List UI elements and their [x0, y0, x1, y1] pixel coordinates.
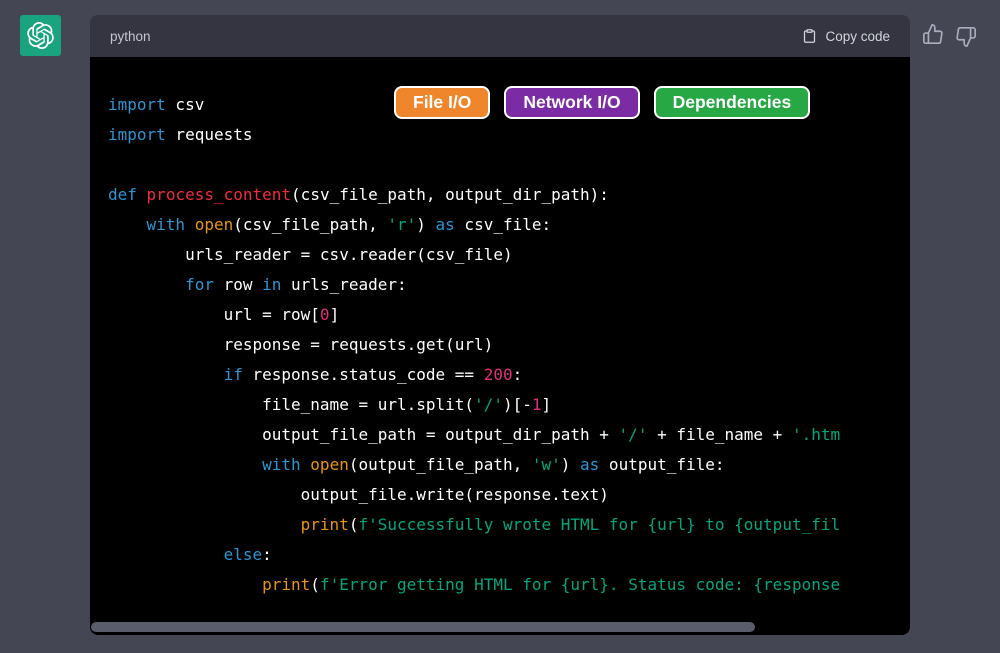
thumbs-down-button[interactable]: [955, 24, 977, 50]
code-line: urls_reader = csv.reader(csv_file): [108, 240, 910, 270]
clipboard-icon: [802, 28, 817, 44]
code-line: print(f'Error getting HTML for {url}. St…: [108, 570, 910, 600]
code-line: output_file.write(response.text): [108, 480, 910, 510]
code-block: python Copy code import csvimport reques…: [90, 15, 910, 635]
code-area: import csvimport requests def process_co…: [90, 57, 910, 635]
code-line: import requests: [108, 120, 910, 150]
code-line: file_name = url.split('/')[-1]: [108, 390, 910, 420]
horizontal-scrollbar-thumb[interactable]: [91, 622, 755, 632]
code-line: print(f'Successfully wrote HTML for {url…: [108, 510, 910, 540]
code-block-header: python Copy code: [90, 15, 910, 57]
copy-code-label: Copy code: [825, 29, 890, 44]
badge-file-i-o[interactable]: File I/O: [394, 86, 490, 119]
code-line: def process_content(csv_file_path, outpu…: [108, 180, 910, 210]
code-line: url = row[0]: [108, 300, 910, 330]
code-line: output_file_path = output_dir_path + '/'…: [108, 420, 910, 450]
code-line: if response.status_code == 200:: [108, 360, 910, 390]
code-line: response = requests.get(url): [108, 330, 910, 360]
avatar: [20, 15, 61, 56]
copy-code-button[interactable]: Copy code: [802, 28, 890, 44]
language-label: python: [110, 29, 151, 44]
feedback-buttons: [922, 21, 977, 50]
code-line: [108, 150, 910, 180]
badge-dependencies[interactable]: Dependencies: [654, 86, 811, 119]
code-content: import csvimport requests def process_co…: [90, 57, 910, 635]
thumbs-up-icon: [922, 23, 944, 45]
badge-row: File I/O Network I/O Dependencies: [394, 86, 810, 119]
thumbs-down-icon: [955, 26, 977, 48]
code-line: with open(csv_file_path, 'r') as csv_fil…: [108, 210, 910, 240]
code-line: for row in urls_reader:: [108, 270, 910, 300]
openai-logo-icon: [27, 22, 54, 49]
code-line: else:: [108, 540, 910, 570]
chat-message-row: python Copy code import csvimport reques…: [0, 0, 1000, 653]
thumbs-up-button[interactable]: [922, 21, 944, 47]
badge-network-i-o[interactable]: Network I/O: [504, 86, 639, 119]
code-line: with open(output_file_path, 'w') as outp…: [108, 450, 910, 480]
